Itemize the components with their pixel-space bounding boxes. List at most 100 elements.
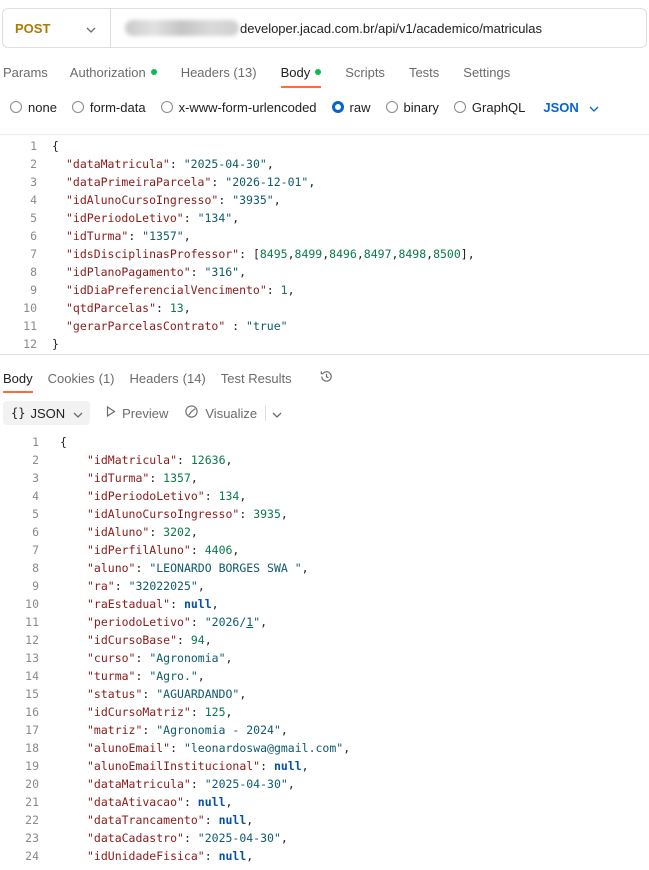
- preview-button[interactable]: Preview: [106, 406, 168, 421]
- chevron-down-icon: [589, 100, 599, 115]
- line-number: 9: [32, 579, 39, 593]
- response-body-line: 9 "ra": "32022025",: [0, 577, 350, 595]
- response-tab-body[interactable]: Body: [3, 366, 33, 393]
- code-text: "dataMatricula": "2025-04-30",: [66, 157, 274, 171]
- line-number: 10: [25, 597, 39, 611]
- response-tabs: Body Cookies (1) Headers (14) Test Results: [0, 366, 334, 393]
- code-text: }: [52, 337, 59, 351]
- line-number: 4: [32, 489, 39, 503]
- body-type-x-www-form-urlencoded[interactable]: x-www-form-urlencoded: [160, 100, 317, 115]
- code-text: "idPeriodoLetivo": 134,: [87, 489, 247, 503]
- request-body-line: 7 "idsDisciplinasProfessor": [8495,8499,8…: [0, 245, 475, 263]
- tab-headers[interactable]: Headers (13): [181, 58, 257, 86]
- request-body-line: 5 "idPeriodoLetivo": "134",: [0, 209, 475, 227]
- line-number: 7: [30, 247, 37, 261]
- code-text: "dataTrancamento": null,: [87, 813, 254, 827]
- body-type-label: none: [28, 99, 57, 115]
- visualize-options-dropdown[interactable]: [265, 405, 282, 421]
- line-number: 21: [25, 795, 39, 809]
- line-number: 3: [32, 471, 39, 485]
- response-body-line: 21 "dataAtivacao": null,: [0, 793, 350, 811]
- tab-label: Scripts: [345, 64, 385, 80]
- pane-divider[interactable]: [0, 354, 649, 355]
- response-toolbar: {} JSON Preview Visualize: [3, 401, 282, 425]
- line-number: 5: [30, 211, 37, 225]
- response-body-line: 15 "status": "AGUARDANDO",: [0, 685, 350, 703]
- line-number: 17: [25, 723, 39, 737]
- code-text: "idCursoMatriz": 125,: [87, 705, 233, 719]
- status-dot: [150, 69, 157, 75]
- response-tab-count: (1): [98, 370, 115, 386]
- tab-authorization[interactable]: Authorization: [70, 58, 157, 86]
- code-text: "matriz": "Agronomia - 2024",: [87, 723, 288, 737]
- request-body-line: 1{: [0, 137, 475, 155]
- tab-settings[interactable]: Settings: [463, 58, 510, 86]
- line-number: 12: [25, 633, 39, 647]
- code-text: "periodoLetivo": "2026/1",: [87, 615, 268, 629]
- response-body-line: 23 "dataCadastro": "2025-04-30",: [0, 829, 350, 847]
- code-text: "idAlunoCursoIngresso": "3935",: [66, 193, 281, 207]
- response-body-line: 4 "idPeriodoLetivo": 134,: [0, 487, 350, 505]
- response-format-select[interactable]: {} JSON: [3, 401, 91, 425]
- body-type-binary[interactable]: binary: [385, 100, 439, 115]
- line-number: 11: [25, 615, 39, 629]
- line-number: 7: [32, 543, 39, 557]
- chevron-down-icon: [73, 406, 83, 421]
- tab-scripts[interactable]: Scripts: [345, 58, 385, 86]
- response-body-line: 10 "raEstadual": null,: [0, 595, 350, 613]
- response-body-line: 12 "idCursoBase": 94,: [0, 631, 350, 649]
- response-body-line: 8 "aluno": "LEONARDO BORGES SWA ",: [0, 559, 350, 577]
- request-body-line: 3 "dataPrimeiraParcela": "2026-12-01",: [0, 173, 475, 191]
- visualize-label: Visualize: [205, 405, 258, 421]
- status-dot: [315, 69, 322, 75]
- http-method-select[interactable]: POST: [3, 9, 111, 47]
- response-body-line: 22 "dataTrancamento": null,: [0, 811, 350, 829]
- code-text: "idPerfilAluno": 4406,: [87, 543, 240, 557]
- tab-tests[interactable]: Tests: [409, 58, 439, 86]
- raw-format-select[interactable]: JSON: [543, 100, 599, 115]
- body-type-none[interactable]: none: [10, 100, 57, 115]
- tab-label: Settings: [463, 64, 511, 80]
- line-number: 10: [23, 301, 37, 315]
- response-body-viewer[interactable]: 1{2 "idMatricula": 12636, 3 "idTurma": 1357…: [0, 433, 350, 865]
- visualize-button[interactable]: Visualize: [184, 404, 257, 422]
- tab-label: Authorization: [69, 64, 146, 80]
- tab-params[interactable]: Params: [3, 58, 48, 86]
- line-number: 4: [30, 193, 37, 207]
- radio-icon: [160, 101, 173, 113]
- line-number: 23: [25, 831, 39, 845]
- radio-icon: [331, 101, 344, 113]
- body-type-form-data[interactable]: form-data: [71, 100, 146, 115]
- request-body-line: 11 "gerarParcelasContrato" : "true": [0, 317, 475, 335]
- response-tab-label: Test Results: [220, 370, 292, 386]
- tab-body[interactable]: Body: [280, 58, 322, 88]
- request-body-editor[interactable]: 1{2 "dataMatricula": "2025-04-30", 3 "dataP…: [0, 137, 475, 353]
- code-text: {: [52, 139, 59, 153]
- code-text: "idDiaPreferencialVencimento": 1,: [66, 283, 295, 297]
- code-text: "idTurma": 1357,: [87, 471, 198, 485]
- response-body-line: 24 "idUnidadeFisica": null,: [0, 847, 350, 865]
- url-input[interactable]: developer.jacad.com.br/api/v1/academico/…: [111, 9, 646, 47]
- code-text: "idTurma": "1357",: [66, 229, 191, 243]
- request-body-line: 9 "idDiaPreferencialVencimento": 1,: [0, 281, 475, 299]
- response-tab-count: (14): [182, 370, 206, 386]
- line-number: 24: [25, 849, 39, 863]
- body-type-graphql[interactable]: GraphQL: [453, 100, 525, 115]
- response-tab-test-results[interactable]: Test Results: [221, 366, 292, 390]
- code-text: "status": "AGUARDANDO",: [87, 687, 247, 701]
- response-body-line: 6 "idAluno": 3202,: [0, 523, 350, 541]
- history-icon[interactable]: [319, 369, 334, 388]
- response-tab-headers[interactable]: Headers (14): [130, 366, 206, 390]
- response-body-line: 19 "alunoEmailInstitucional": null,: [0, 757, 350, 775]
- line-number: 22: [25, 813, 39, 827]
- response-body-line: 13 "curso": "Agronomia",: [0, 649, 350, 667]
- response-tab-cookies[interactable]: Cookies (1): [48, 366, 115, 390]
- tab-label: Tests: [408, 64, 440, 80]
- response-body-line: 1{: [0, 433, 350, 451]
- response-body-line: 18 "alunoEmail": "leonardoswa@gmail.com",: [0, 739, 350, 757]
- line-number: 13: [25, 651, 39, 665]
- chevron-down-icon: [86, 21, 96, 36]
- body-type-raw[interactable]: raw: [331, 100, 371, 115]
- request-body-line: 6 "idTurma": "1357",: [0, 227, 475, 245]
- request-body-line: 8 "idPlanoPagamento": "316",: [0, 263, 475, 281]
